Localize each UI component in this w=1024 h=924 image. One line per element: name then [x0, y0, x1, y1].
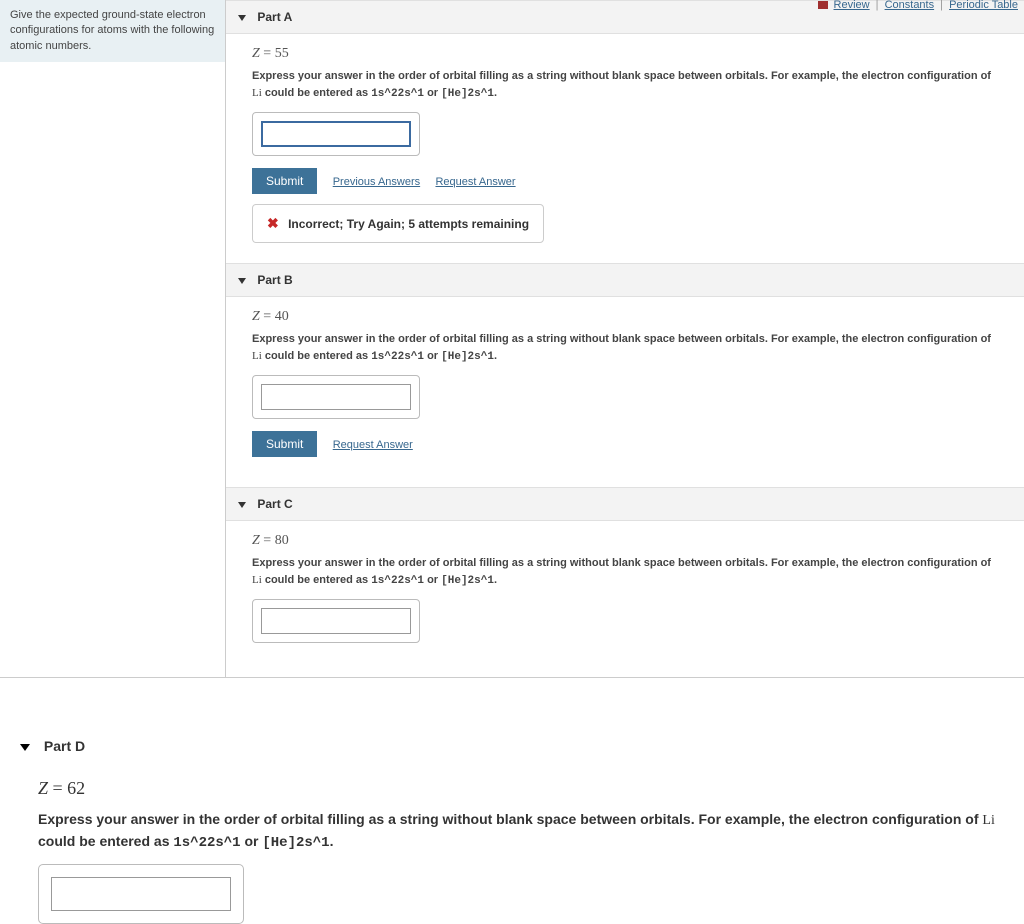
answer-input-b[interactable]	[261, 384, 411, 410]
part-b-title: Part B	[257, 273, 292, 287]
answer-input-d[interactable]	[51, 877, 231, 911]
part-d-header[interactable]: Part D	[20, 728, 1004, 764]
chevron-down-icon	[238, 15, 246, 21]
instruction-a: Express your answer in the order of orbi…	[252, 68, 998, 102]
part-a-body: Z = 55 Express your answer in the order …	[226, 34, 1024, 255]
chevron-down-icon	[238, 278, 246, 284]
request-answer-link-a[interactable]: Request Answer	[435, 176, 515, 188]
chevron-down-icon	[20, 744, 30, 751]
feedback-box-a: ✖ Incorrect; Try Again; 5 attempts remai…	[252, 204, 544, 243]
answer-input-wrap-c	[252, 599, 420, 643]
separator: |	[876, 0, 879, 11]
right-panel: Review | Constants | Periodic Table Part…	[225, 0, 1024, 677]
part-a-title: Part A	[257, 10, 292, 24]
instruction-b: Express your answer in the order of orbi…	[252, 331, 998, 365]
z-equation-d: Z = 62	[38, 778, 1004, 799]
part-d-section: Part D Z = 62 Express your answer in the…	[0, 728, 1024, 924]
instruction-d: Express your answer in the order of orbi…	[38, 809, 1004, 854]
left-panel: Give the expected ground-state electron …	[0, 0, 225, 677]
answer-input-a[interactable]	[261, 121, 411, 147]
previous-answers-link-a[interactable]: Previous Answers	[333, 176, 420, 188]
part-c-header[interactable]: Part C	[226, 487, 1024, 521]
answer-input-wrap-b	[252, 375, 420, 419]
answer-input-c[interactable]	[261, 608, 411, 634]
flag-icon[interactable]	[818, 1, 828, 9]
answer-input-wrap-d	[38, 864, 244, 924]
top-links: Review | Constants | Periodic Table	[818, 0, 1018, 11]
constants-link[interactable]: Constants	[885, 0, 935, 11]
answer-input-wrap-a	[252, 112, 420, 156]
part-d-title: Part D	[44, 738, 85, 754]
part-b-header[interactable]: Part B	[226, 263, 1024, 297]
z-equation-a: Z = 55	[252, 46, 998, 62]
question-prompt: Give the expected ground-state electron …	[0, 0, 225, 62]
separator: |	[940, 0, 943, 11]
part-c-body: Z = 80 Express your answer in the order …	[226, 521, 1024, 667]
submit-button-b[interactable]: Submit	[252, 431, 317, 457]
z-equation-b: Z = 40	[252, 309, 998, 325]
chevron-down-icon	[238, 502, 246, 508]
z-equation-c: Z = 80	[252, 533, 998, 549]
instruction-c: Express your answer in the order of orbi…	[252, 555, 998, 589]
request-answer-link-b[interactable]: Request Answer	[333, 439, 413, 451]
review-link[interactable]: Review	[834, 0, 870, 11]
part-c-title: Part C	[257, 497, 292, 511]
incorrect-icon: ✖	[267, 215, 279, 231]
part-b-body: Z = 40 Express your answer in the order …	[226, 297, 1024, 479]
submit-button-a[interactable]: Submit	[252, 168, 317, 194]
periodic-table-link[interactable]: Periodic Table	[949, 0, 1018, 11]
feedback-text-a: Incorrect; Try Again; 5 attempts remaini…	[288, 217, 529, 231]
